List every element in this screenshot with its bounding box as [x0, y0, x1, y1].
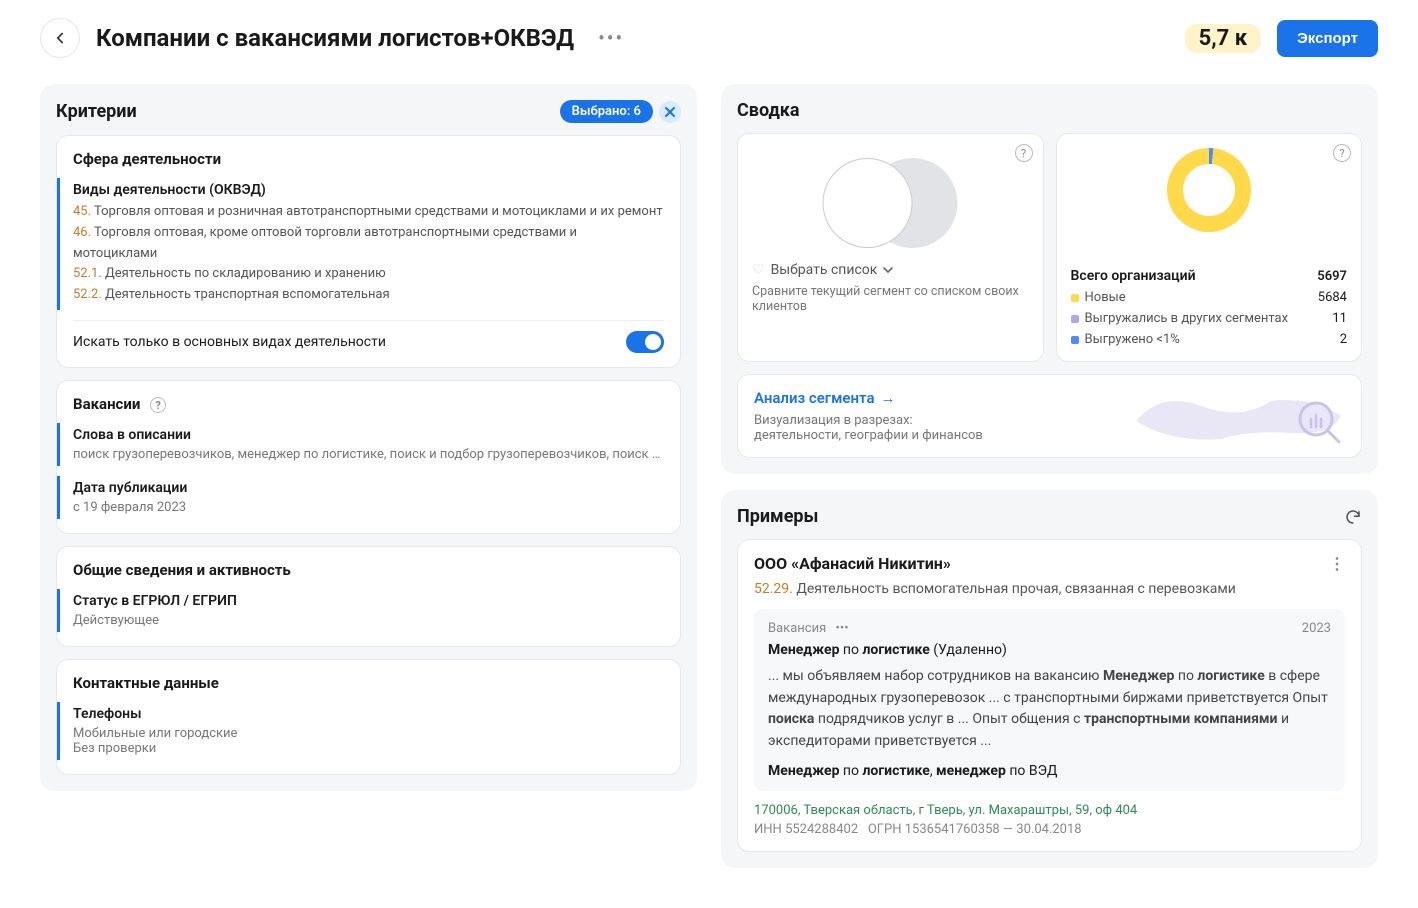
heart-icon: ♡	[752, 262, 765, 278]
general-card-title: Общие сведения и активность	[73, 561, 664, 579]
vacancy-box: Вакансия ••• 2023 Менеджер по логистике …	[754, 609, 1345, 791]
phones-line1: Мобильные или городские	[73, 726, 664, 741]
vacancy-title: Менеджер по логистике (Удаленно)	[768, 642, 1331, 658]
donut-chart	[1167, 148, 1251, 232]
summary-heading: Сводка	[737, 100, 799, 121]
select-list-dropdown[interactable]: ♡ Выбрать список	[752, 262, 1029, 278]
okved-block-title: Виды деятельности (ОКВЭД)	[73, 182, 664, 198]
stat-row: Новые5684	[1071, 290, 1348, 305]
activity-card: Сфера деятельности Виды деятельности (ОК…	[56, 135, 681, 368]
status-title: Статус в ЕГРЮЛ / ЕГРИП	[73, 593, 664, 609]
criteria-heading: Критерии	[56, 101, 137, 122]
main-okved-toggle[interactable]	[626, 331, 664, 353]
page-title: Компании с вакансиями логистов+ОКВЭД	[96, 24, 574, 52]
chevron-down-icon	[883, 265, 893, 275]
words-title: Слова в описании	[73, 427, 664, 443]
contacts-card-title: Контактные данные	[73, 674, 664, 692]
arrow-left-icon	[51, 29, 69, 47]
close-icon	[665, 107, 675, 117]
date-title: Дата публикации	[73, 480, 664, 496]
clear-selection-button[interactable]	[659, 101, 681, 123]
okved-line: 45. Торговля оптовая и розничная автотра…	[73, 202, 664, 223]
okved-line: 52.1. Деятельность по складированию и хр…	[73, 264, 664, 285]
compare-card: ? ♡ Выбрать список Сравните текущий сегм…	[737, 133, 1044, 362]
company-name[interactable]: ООО «Афанасий Никитин»	[754, 554, 951, 573]
map-decoration	[1131, 381, 1351, 451]
okved-block[interactable]: Виды деятельности (ОКВЭД) 45. Торговля о…	[57, 178, 664, 310]
contacts-card: Контактные данные Телефоны Мобильные или…	[56, 659, 681, 775]
vacancy-more[interactable]: •••	[835, 621, 848, 636]
vacancies-card-title: Вакансии	[73, 395, 140, 413]
totals-label: Всего организаций	[1071, 268, 1196, 284]
date-block[interactable]: Дата публикации с 19 февраля 2023	[57, 476, 664, 519]
more-menu[interactable]: •••	[598, 26, 624, 50]
company-okved-text: Деятельность вспомогательная прочая, свя…	[796, 581, 1236, 597]
status-block[interactable]: Статус в ЕГРЮЛ / ЕГРИП Действующее	[57, 589, 664, 632]
stat-row: Выгружались в других сегментах11	[1071, 311, 1348, 326]
main-okved-toggle-label: Искать только в основных видах деятельно…	[73, 334, 386, 350]
vacancy-label: Вакансия	[768, 621, 826, 636]
export-button[interactable]: Экспорт	[1277, 20, 1378, 57]
company-menu[interactable]: ⋮	[1329, 554, 1345, 573]
back-button[interactable]	[40, 18, 80, 58]
compare-note: Сравните текущий сегмент со списком свои…	[752, 284, 1029, 314]
info-icon[interactable]: ?	[1333, 144, 1351, 162]
venn-diagram	[752, 148, 1029, 258]
refresh-button[interactable]	[1344, 508, 1362, 526]
status-text: Действующее	[73, 613, 664, 628]
date-text: с 19 февраля 2023	[73, 500, 664, 515]
arrow-right-icon: →	[881, 389, 896, 407]
okved-line: 52.2. Деятельность транспортная вспомога…	[73, 285, 664, 306]
phones-title: Телефоны	[73, 706, 664, 722]
analysis-card[interactable]: Анализ сегмента → Визуализация в разреза…	[737, 374, 1362, 458]
result-count-badge: 5,7 к	[1185, 24, 1262, 53]
analysis-link-text: Анализ сегмента	[754, 389, 875, 407]
vacancies-card: Вакансии ? Слова в описании поиск грузоп…	[56, 380, 681, 534]
words-text: поиск грузоперевозчиков, менеджер по лог…	[73, 447, 664, 462]
company-address: 170006, Тверская область, г Тверь, ул. М…	[754, 803, 1345, 818]
examples-heading: Примеры	[737, 506, 818, 527]
okved-line: 46. Торговля оптовая, кроме оптовой торг…	[73, 223, 664, 265]
vacancy-description: ... мы объявляем набор сотрудников на ва…	[768, 666, 1331, 753]
words-block[interactable]: Слова в описании поиск грузоперевозчиков…	[57, 423, 664, 466]
totals-value: 5697	[1317, 269, 1347, 284]
phones-block[interactable]: Телефоны Мобильные или городские Без про…	[57, 702, 664, 760]
activity-card-title: Сфера деятельности	[73, 150, 664, 168]
vacancy-tags: Менеджер по логистике, менеджер по ВЭД	[768, 763, 1331, 779]
phones-line2: Без проверки	[73, 741, 664, 756]
refresh-icon	[1344, 508, 1362, 526]
general-card: Общие сведения и активность Статус в ЕГР…	[56, 546, 681, 647]
example-company-card: ООО «Афанасий Никитин» ⋮ 52.29. Деятельн…	[737, 539, 1362, 852]
totals-card: ? Всего организаций 5697 Новые5684 Выгруж…	[1056, 133, 1363, 362]
selected-count-pill[interactable]: Выбрано: 6	[560, 100, 653, 123]
vacancy-year: 2023	[1302, 621, 1331, 636]
help-icon[interactable]: ?	[150, 397, 166, 413]
stat-row: Выгружено <1%2	[1071, 332, 1348, 347]
company-okved-code: 52.29.	[754, 581, 793, 597]
